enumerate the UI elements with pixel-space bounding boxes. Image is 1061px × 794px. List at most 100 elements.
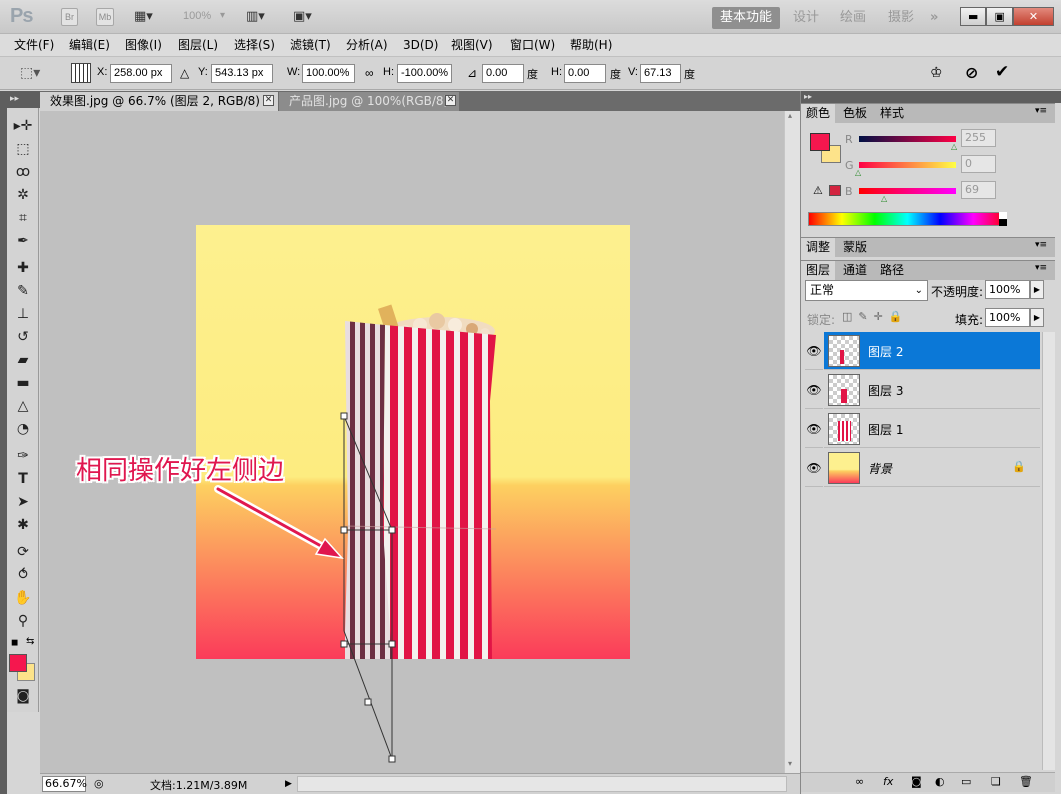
tab-styles[interactable]: 样式 [875,104,909,123]
menu-view[interactable]: 视图(V) [451,34,493,56]
reference-point-icon[interactable] [71,63,91,83]
hskew-field[interactable]: 0.00 [564,64,606,83]
panel-menu-icon[interactable]: ▾≡ [1035,106,1047,116]
3d-orbit-icon[interactable]: ⥀ [12,565,34,585]
brush-tool-icon[interactable]: ✎ [12,281,34,301]
tab-paths[interactable]: 路径 [875,261,909,280]
status-info-icon[interactable]: ◎ [94,777,104,790]
tab-masks[interactable]: 蒙版 [838,238,872,257]
crop-tool-icon[interactable]: ⌗ [12,208,34,228]
gamut-color-swatch[interactable] [829,185,841,196]
arrange-documents-icon[interactable]: ▥▾ [246,8,265,26]
more-workspaces-button[interactable]: » [930,7,938,29]
menu-window[interactable]: 窗口(W) [510,34,555,56]
vskew-field[interactable]: 67.13 [640,64,681,83]
path-selection-icon[interactable]: ➤ [12,492,34,512]
marquee-tool-icon[interactable]: ⬚ [12,139,34,159]
dodge-tool-icon[interactable]: ◔ [12,419,34,439]
panel-menu-icon[interactable]: ▾≡ [1035,240,1047,250]
eye-icon[interactable]: 👁 [805,371,823,409]
link-layers-icon[interactable]: ∞ [855,775,864,788]
menu-file[interactable]: 文件(F) [14,34,54,56]
scroll-up-icon[interactable]: ▴ [788,111,792,120]
adjustment-layer-icon[interactable]: ◐ [935,775,945,788]
opacity-slider-arrow-icon[interactable]: ▶ [1030,280,1044,299]
layer-row-layer2[interactable]: 图层 2 [824,332,1040,370]
menu-help[interactable]: 帮助(H) [570,34,612,56]
eye-icon[interactable]: 👁 [805,410,823,448]
toolbox-collapse-icon[interactable]: ▸▸ [7,91,40,108]
color-spectrum-bar[interactable] [808,212,1007,226]
fx-icon[interactable]: fx [883,775,893,788]
warp-mode-icon[interactable]: ♔ [930,65,943,81]
tab-swatches[interactable]: 色板 [838,104,872,123]
zoom-chevron-icon[interactable]: ▾ [220,10,225,21]
eyedropper-icon[interactable]: ✒ [12,231,34,251]
default-colors-icon[interactable]: ◼ [11,638,18,648]
lock-icons[interactable]: ◫✎✛🔒 [842,310,909,323]
b-slider-thumb[interactable]: △ [881,194,887,203]
zoom-field[interactable]: 66.67% [42,776,87,792]
workspace-painting[interactable]: 绘画 [840,7,866,29]
move-tool-icon[interactable]: ▸✛ [12,116,34,136]
height-field[interactable]: -100.00% [397,64,452,83]
gamut-warning-icon[interactable]: ⚠ [813,184,823,197]
close-tab-icon[interactable]: ✕ [445,95,456,106]
y-field[interactable]: 543.13 px [211,64,273,83]
type-tool-icon[interactable]: T [12,469,34,489]
r-field[interactable]: 255 [961,129,996,147]
fill-slider-arrow-icon[interactable]: ▶ [1030,308,1044,327]
black-white-swatch[interactable] [999,212,1007,226]
lasso-tool-icon[interactable]: ꝏ [12,162,34,182]
horizontal-scrollbar[interactable] [297,776,787,792]
commit-transform-icon[interactable]: ✔ [995,62,1009,82]
view-extras-icon[interactable]: ▦▾ [134,8,153,26]
tab-layers[interactable]: 图层 [801,261,836,280]
document-canvas[interactable] [40,111,784,773]
blend-mode-select[interactable]: 正常 ⌄ [805,280,928,301]
history-brush-icon[interactable]: ↺ [12,327,34,347]
vertical-scrollbar[interactable]: ▴ ▾ [784,111,800,773]
eraser-tool-icon[interactable]: ▰ [12,350,34,370]
link-icon[interactable]: ∞ [365,66,374,80]
shape-tool-icon[interactable]: ✱ [12,515,34,535]
mini-bridge-button[interactable]: Mb [96,8,114,26]
swap-colors-icon[interactable]: ⇆ [26,636,34,647]
tab-effect-document[interactable]: 效果图.jpg @ 66.7% (图层 2, RGB/8) * [40,92,278,111]
magic-wand-icon[interactable]: ✲ [12,185,34,205]
cancel-transform-icon[interactable]: ⊘ [965,63,978,82]
g-slider-thumb[interactable]: △ [855,168,861,177]
b-slider[interactable] [859,188,956,194]
g-slider[interactable] [859,162,956,168]
menu-select[interactable]: 选择(S) [234,34,275,56]
foreground-color-swatch[interactable] [9,654,27,672]
menu-edit[interactable]: 编辑(E) [69,34,110,56]
menu-analysis[interactable]: 分析(A) [346,34,388,56]
opacity-field[interactable]: 100% [985,280,1030,299]
transform-tool-icon[interactable]: ⬚▾ [20,65,40,81]
healing-brush-icon[interactable]: ✚ [12,258,34,278]
panel-menu-icon[interactable]: ▾≡ [1035,263,1047,273]
fill-field[interactable]: 100% [985,308,1030,327]
menu-image[interactable]: 图像(I) [125,34,162,56]
zoom-tool-icon[interactable]: ⚲ [12,611,34,631]
layer-row-layer3[interactable]: 图层 3 [824,371,1040,409]
bridge-button[interactable]: Br [61,8,78,26]
width-field[interactable]: 100.00% [302,64,355,83]
stamp-tool-icon[interactable]: ⊥ [12,304,34,324]
tab-color[interactable]: 颜色 [801,104,836,123]
minimize-button[interactable]: ▬ [960,7,987,26]
gradient-tool-icon[interactable]: ▬ [12,373,34,393]
3d-rotate-icon[interactable]: ⟳ [12,542,34,562]
new-layer-icon[interactable]: ❏ [991,775,1001,788]
workspace-design[interactable]: 设计 [793,7,819,29]
blur-tool-icon[interactable]: △ [12,396,34,416]
layers-scrollbar[interactable] [1042,332,1055,770]
foreground-color-swatch[interactable] [810,133,830,151]
hand-tool-icon[interactable]: ✋ [12,588,34,608]
status-menu-arrow-icon[interactable]: ▶ [285,776,295,792]
tab-product-document[interactable]: 产品图.jpg @ 100%(RGB/8) [279,92,459,111]
close-button[interactable]: ✕ [1012,7,1054,26]
zoom-level-dropdown[interactable]: 100% [183,10,211,22]
tab-channels[interactable]: 通道 [838,261,872,280]
